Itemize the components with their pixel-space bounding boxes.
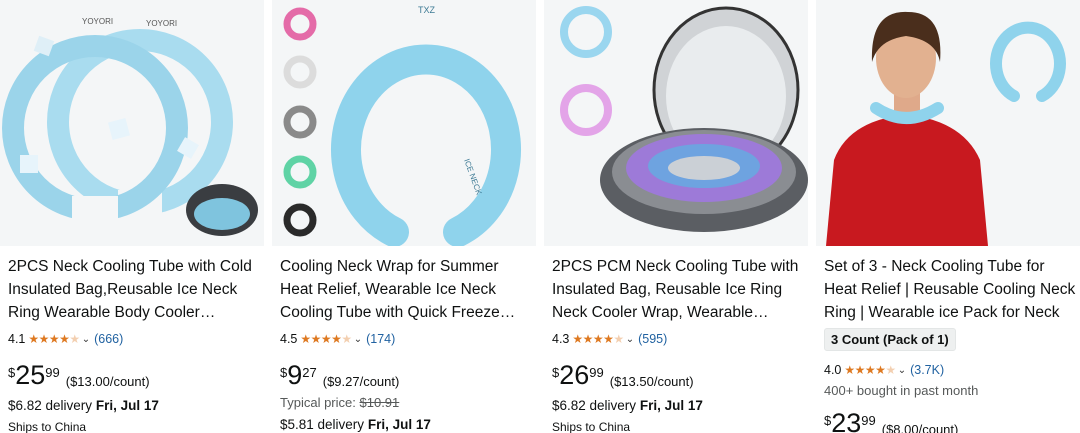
star-rating-icon: ★★★★ ★: [572, 332, 624, 346]
price-whole: 9: [287, 360, 303, 390]
product-title[interactable]: 2PCS Neck Cooling Tube with Cold Insulat…: [8, 255, 260, 324]
product-image-graphic: [816, 0, 1080, 246]
pack-badge[interactable]: 3 Count (Pack of 1): [824, 328, 956, 351]
product-image[interactable]: TXZ ICE NECK: [272, 0, 536, 246]
product-image[interactable]: YOYORI YOYORI: [0, 0, 264, 246]
product-card[interactable]: Set of 3 - Neck Cooling Tube for Heat Re…: [816, 0, 1080, 433]
price-currency: $: [552, 365, 560, 380]
product-image-graphic: TXZ ICE NECK: [272, 0, 536, 246]
delivery-info: $5.81 delivery Fri, Jul 17: [280, 417, 532, 432]
bought-count: 400+ bought in past month: [824, 383, 979, 398]
ships-to: Ships to China: [8, 420, 87, 433]
product-card[interactable]: YOYORI YOYORI 2PCS Neck Cooling Tube wit…: [0, 0, 264, 433]
rating-row[interactable]: 4.5 ★★★★ ★ ⌄ (174): [280, 330, 532, 348]
brand-label-right: YOYORI: [146, 19, 177, 28]
brand-label: TXZ: [418, 5, 436, 15]
delivery-date: Fri, Jul 17: [95, 398, 159, 413]
delivery-info: $6.82 delivery Fri, Jul 17: [8, 398, 260, 413]
ships-to: Ships to China: [552, 420, 631, 433]
brand-label-left: YOYORI: [82, 17, 113, 26]
chevron-down-icon[interactable]: ⌄: [626, 334, 634, 345]
star-rating-icon: ★★★★ ★: [300, 332, 352, 346]
size-option[interactable]: 3 Count (Pack of 1): [824, 328, 1076, 351]
rating-row[interactable]: 4.3 ★★★★ ★ ⌄ (595): [552, 330, 804, 348]
rating-value: 4.1: [8, 332, 26, 346]
product-image[interactable]: [544, 0, 808, 246]
price-fraction: 27: [302, 365, 317, 380]
review-count-link[interactable]: (3.7K): [910, 363, 944, 377]
price-fraction: 99: [45, 365, 60, 380]
rating-value: 4.3: [552, 332, 570, 346]
product-image[interactable]: [816, 0, 1080, 246]
star-rating-icon: ★★★★ ★: [28, 332, 80, 346]
unit-price: ($13.00/count): [65, 374, 150, 389]
price[interactable]: $ 26 99 ($13.50/count): [552, 360, 804, 390]
price-currency: $: [824, 413, 832, 428]
review-count-link[interactable]: (595): [638, 332, 667, 346]
product-image-graphic: YOYORI YOYORI: [0, 0, 264, 246]
delivery-date: Fri, Jul 17: [639, 398, 703, 413]
rating-value: 4.5: [280, 332, 298, 346]
chevron-down-icon[interactable]: ⌄: [82, 334, 90, 345]
review-count-link[interactable]: (174): [366, 332, 395, 346]
product-title[interactable]: 2PCS PCM Neck Cooling Tube with Insulate…: [552, 255, 804, 324]
price-whole: 25: [15, 360, 46, 390]
review-count-link[interactable]: (666): [94, 332, 123, 346]
price-fraction: 99: [861, 413, 876, 428]
unit-price: ($13.50/count): [609, 374, 694, 389]
product-image-graphic: [544, 0, 808, 246]
delivery-info: $6.82 delivery Fri, Jul 17: [552, 398, 804, 413]
chevron-down-icon[interactable]: ⌄: [898, 365, 906, 376]
delivery-fee: $6.82 delivery: [552, 398, 637, 413]
price[interactable]: $ 23 99 ($8.00/count): [824, 410, 1076, 433]
delivery-fee: $5.81 delivery: [280, 417, 365, 432]
delivery-date: Fri, Jul 17: [367, 417, 431, 432]
typical-price: Typical price: $10.91: [280, 395, 532, 410]
product-title[interactable]: Set of 3 - Neck Cooling Tube for Heat Re…: [824, 255, 1076, 324]
price[interactable]: $ 9 27 ($9.27/count): [280, 360, 532, 390]
delivery-fee: $6.82 delivery: [8, 398, 93, 413]
rating-row[interactable]: 4.1 ★★★★ ★ ⌄ (666): [8, 330, 260, 348]
typical-price-value: $10.91: [359, 395, 400, 410]
price-currency: $: [8, 365, 16, 380]
price[interactable]: $ 25 99 ($13.00/count): [8, 360, 260, 390]
product-grid: YOYORI YOYORI 2PCS Neck Cooling Tube wit…: [0, 0, 1080, 433]
price-fraction: 99: [589, 365, 604, 380]
unit-price: ($8.00/count): [881, 422, 959, 433]
price-whole: 26: [559, 360, 590, 390]
typical-price-label: Typical price:: [280, 395, 356, 410]
price-currency: $: [280, 365, 288, 380]
product-card[interactable]: TXZ ICE NECK Cooling Neck Wrap for Summe…: [272, 0, 536, 433]
unit-price: ($9.27/count): [322, 374, 400, 389]
star-rating-icon: ★★★★ ★: [844, 363, 896, 377]
product-title[interactable]: Cooling Neck Wrap for Summer Heat Relief…: [280, 255, 532, 324]
product-card[interactable]: 2PCS PCM Neck Cooling Tube with Insulate…: [544, 0, 808, 433]
rating-value: 4.0: [824, 363, 842, 377]
rating-row[interactable]: 4.0 ★★★★ ★ ⌄ (3.7K): [824, 361, 1076, 379]
chevron-down-icon[interactable]: ⌄: [354, 334, 362, 345]
price-whole: 23: [831, 408, 862, 433]
